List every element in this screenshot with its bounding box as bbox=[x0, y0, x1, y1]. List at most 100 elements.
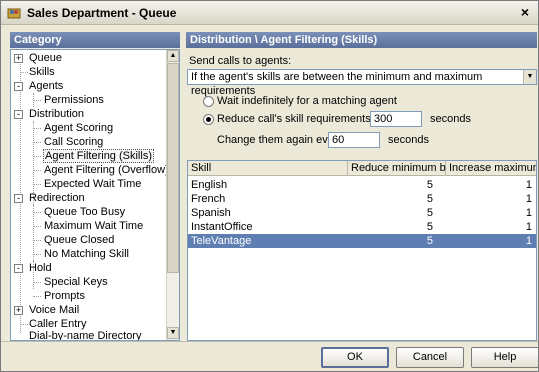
reduce-cell: 5 bbox=[426, 193, 433, 205]
tree-item-agent-filtering-skills[interactable]: Agent Filtering (Skills) bbox=[43, 149, 154, 163]
table-row[interactable]: Spanish 5 1 bbox=[188, 206, 536, 220]
increase-cell: 1 bbox=[525, 193, 532, 205]
tree-item-skills[interactable]: Skills bbox=[29, 66, 55, 79]
tree-item-label: Caller Entry bbox=[29, 318, 87, 330]
tree-item-queue-too-busy[interactable]: Queue Too Busy bbox=[44, 206, 125, 219]
collapse-icon[interactable]: - bbox=[14, 110, 23, 119]
tree-guide-line bbox=[33, 282, 41, 283]
table-row[interactable]: French 5 1 bbox=[188, 192, 536, 206]
send-calls-select[interactable]: If the agent's skills are between the mi… bbox=[187, 69, 537, 97]
seconds-label: seconds bbox=[388, 134, 429, 146]
tree-guide-line bbox=[33, 226, 41, 227]
tree-item-label: Agents bbox=[29, 80, 64, 92]
column-header-increase-maximum[interactable]: Increase maximum by bbox=[446, 161, 536, 176]
ok-button[interactable]: OK bbox=[321, 347, 389, 368]
column-header-skill[interactable]: Skill bbox=[188, 161, 348, 176]
tree-item-label: Queue bbox=[29, 52, 63, 64]
seconds-label: seconds bbox=[430, 113, 471, 125]
table-row[interactable]: English 5 1 bbox=[188, 178, 536, 192]
category-tree[interactable]: + Queue Skills - Agents Permissions - Di… bbox=[10, 49, 180, 341]
tree-guide-line bbox=[20, 72, 28, 73]
reduce-cell: 5 bbox=[426, 221, 433, 233]
tree-guide-line bbox=[33, 128, 41, 129]
title-bar[interactable]: Sales Department - Queue × bbox=[1, 1, 538, 25]
reduce-cell: 5 bbox=[426, 207, 433, 219]
app-icon bbox=[7, 8, 21, 19]
tree-scrollbar[interactable]: ▲ ▼ bbox=[166, 50, 179, 340]
tree-item-label: Special Keys bbox=[44, 276, 108, 288]
tree-guide-line bbox=[33, 142, 41, 143]
tree-item-special-keys[interactable]: Special Keys bbox=[44, 276, 108, 289]
tree-item-label: Hold bbox=[29, 262, 52, 274]
wait-indefinitely-radio[interactable] bbox=[203, 96, 214, 107]
increase-cell: 1 bbox=[525, 179, 532, 191]
scroll-up-icon[interactable]: ▲ bbox=[167, 50, 179, 62]
tree-item-maximum-wait-time[interactable]: Maximum Wait Time bbox=[44, 220, 143, 233]
category-header: Category bbox=[10, 32, 180, 48]
change-again-label: Change them again every bbox=[217, 134, 343, 146]
collapse-icon[interactable]: - bbox=[14, 264, 23, 273]
table-row-selected[interactable]: TeleVantage 5 1 bbox=[188, 234, 536, 248]
skill-cell: English bbox=[191, 179, 228, 191]
queue-dialog-window: Sales Department - Queue × Category + Qu… bbox=[0, 0, 539, 372]
tree-item-label: No Matching Skill bbox=[44, 248, 129, 260]
tree-item-label: Call Scoring bbox=[44, 136, 104, 148]
tree-item-label: Redirection bbox=[29, 192, 85, 204]
skill-cell: Spanish bbox=[191, 207, 231, 219]
tree-guide-line bbox=[33, 212, 41, 213]
panel-header: Distribution \ Agent Filtering (Skills) bbox=[186, 32, 537, 48]
send-calls-select-value: If the agent's skills are between the mi… bbox=[191, 71, 483, 97]
tree-item-call-scoring[interactable]: Call Scoring bbox=[44, 136, 103, 149]
reduce-cell: 5 bbox=[426, 179, 433, 191]
tree-guide-line bbox=[33, 296, 41, 297]
reduce-requirements-radio[interactable] bbox=[203, 114, 214, 125]
tree-item-label: Agent Scoring bbox=[44, 122, 114, 134]
scroll-down-icon[interactable]: ▼ bbox=[167, 327, 179, 339]
chevron-down-icon[interactable]: ▼ bbox=[523, 70, 536, 84]
tree-item-label: Queue Closed bbox=[44, 234, 115, 246]
tree-guide-line bbox=[33, 254, 41, 255]
tree-item-agent-scoring[interactable]: Agent Scoring bbox=[44, 122, 113, 135]
tree-guide-line bbox=[33, 240, 41, 241]
skill-cell: InstantOffice bbox=[191, 221, 253, 233]
collapse-icon[interactable]: - bbox=[14, 82, 23, 91]
reduce-cell: 5 bbox=[426, 235, 433, 247]
tree-item-label: Agent Filtering (Overflow) bbox=[44, 164, 169, 176]
tree-item-queue-closed[interactable]: Queue Closed bbox=[44, 234, 114, 247]
reduce-requirements-label[interactable]: Reduce call's skill requirements after bbox=[217, 113, 396, 125]
table-row[interactable]: InstantOffice 5 1 bbox=[188, 220, 536, 234]
expand-icon[interactable]: + bbox=[14, 54, 23, 63]
tree-item-label: Distribution bbox=[29, 108, 85, 120]
tree-item-label: Permissions bbox=[44, 94, 104, 106]
tree-item-no-matching-skill[interactable]: No Matching Skill bbox=[44, 248, 129, 261]
tree-item-prompts[interactable]: Prompts bbox=[44, 290, 85, 303]
change-every-input[interactable]: 60 bbox=[328, 132, 380, 148]
help-button[interactable]: Help bbox=[471, 347, 539, 368]
tree-item-label: Prompts bbox=[44, 290, 85, 302]
increase-cell: 1 bbox=[525, 207, 532, 219]
skill-cell: TeleVantage bbox=[191, 235, 252, 247]
tree-guide-line bbox=[33, 184, 41, 185]
skills-table[interactable]: Skill Reduce minimum by Increase maximum… bbox=[187, 160, 537, 341]
reduce-after-input[interactable]: 300 bbox=[370, 111, 422, 127]
wait-indefinitely-label[interactable]: Wait indefinitely for a matching agent bbox=[217, 95, 397, 107]
column-header-reduce-minimum[interactable]: Reduce minimum by bbox=[348, 161, 451, 176]
skill-cell: French bbox=[191, 193, 226, 205]
increase-cell: 1 bbox=[525, 235, 532, 247]
footer-divider bbox=[1, 341, 538, 342]
tree-item-permissions[interactable]: Permissions bbox=[44, 94, 104, 107]
tree-item-label: Skills bbox=[29, 66, 55, 78]
window-title: Sales Department - Queue bbox=[27, 6, 177, 20]
collapse-icon[interactable]: - bbox=[14, 194, 23, 203]
tree-item-label: Voice Mail bbox=[29, 304, 80, 316]
tree-item-expected-wait-time[interactable]: Expected Wait Time bbox=[44, 178, 141, 191]
tree-item-agent-filtering-overflow[interactable]: Agent Filtering (Overflow) bbox=[44, 164, 169, 177]
scroll-thumb[interactable] bbox=[167, 63, 179, 273]
tree-guide-line bbox=[20, 324, 28, 325]
tree-item-label: Dial-by-name Directory bbox=[29, 330, 142, 341]
cancel-button[interactable]: Cancel bbox=[396, 347, 464, 368]
tree-item-dial-by-name-directory[interactable]: Dial-by-name Directory bbox=[29, 330, 142, 341]
expand-icon[interactable]: + bbox=[14, 306, 23, 315]
tree-guide-line bbox=[33, 170, 41, 171]
close-button[interactable]: × bbox=[518, 5, 532, 19]
